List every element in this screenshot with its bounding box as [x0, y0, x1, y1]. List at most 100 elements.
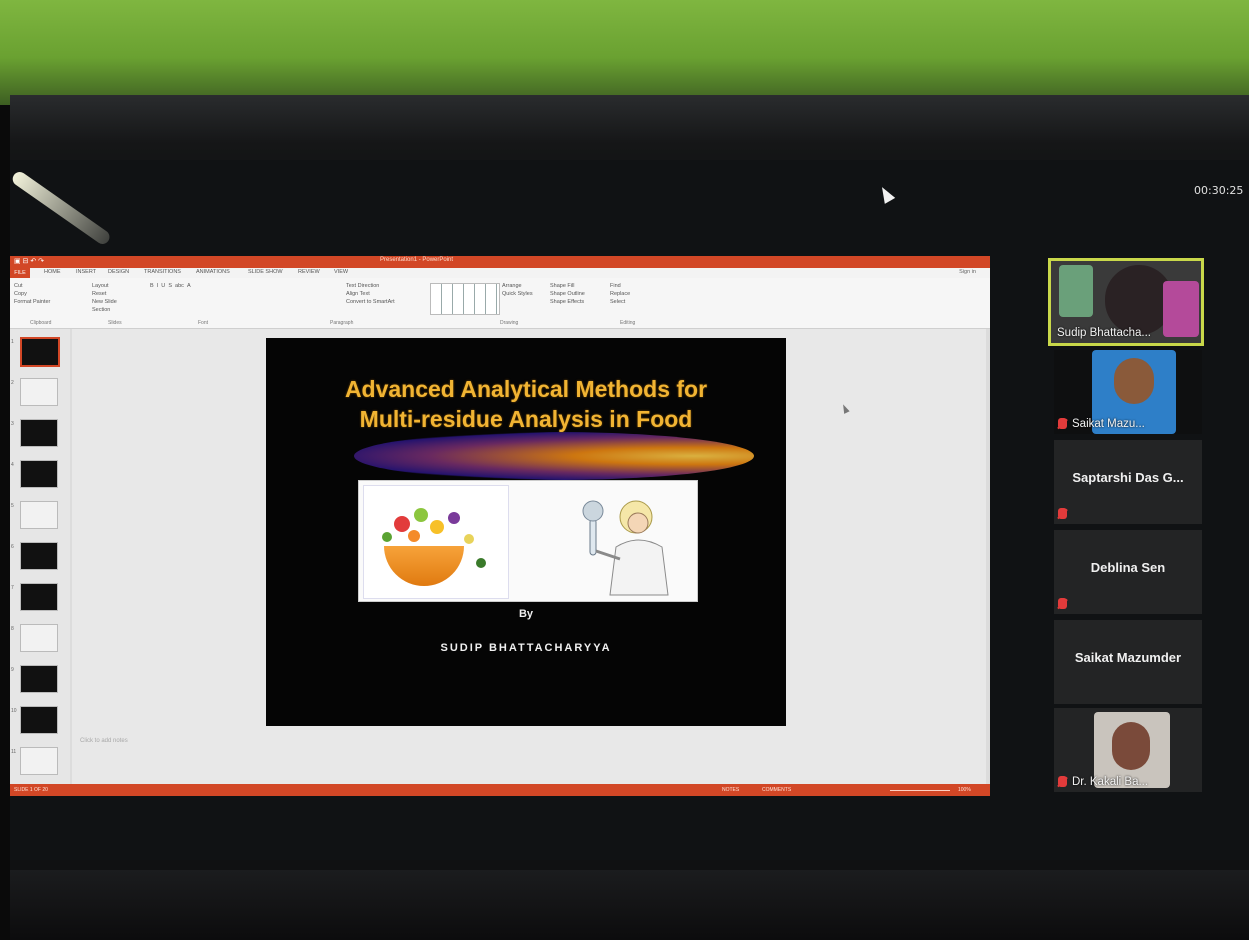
participants-panel: Sudip Bhattacha... Saikat Mazu... Saptar… [1048, 258, 1208, 798]
slide-thumbnail[interactable] [20, 378, 58, 406]
slide-thumbnail[interactable] [20, 337, 60, 367]
fruit-grape [448, 512, 460, 524]
slide-thumbnail[interactable] [20, 542, 58, 570]
shape-format-group: Shape Fill Shape Outline Shape Effects [550, 282, 585, 306]
muted-mic-icon [1058, 598, 1067, 609]
muted-mic-icon [1058, 776, 1067, 787]
thumbnail-number: 6 [11, 544, 14, 550]
shapes-gallery[interactable] [430, 283, 500, 315]
participant-name: Dr. Kakali Ba... [1072, 776, 1149, 788]
participant-tile[interactable]: Dr. Kakali Ba... [1054, 708, 1202, 792]
tab-home[interactable]: HOME [44, 269, 61, 275]
zoom-level[interactable]: 100% [958, 787, 971, 793]
align-text-button[interactable]: Align Text [346, 290, 395, 298]
fruit-broccoli [476, 558, 486, 568]
title-swoosh-decoration [354, 432, 754, 480]
thumbnail-number: 10 [11, 708, 17, 714]
font-group[interactable]: B I U S abc A [150, 282, 191, 290]
slide-thumbnail[interactable] [20, 501, 58, 529]
paragraph-group: Text Direction Align Text Convert to Sma… [346, 282, 395, 306]
sign-in-link[interactable]: Sign in [959, 269, 976, 275]
participant-tile-active[interactable]: Sudip Bhattacha... [1048, 258, 1204, 346]
photo-scene: 00:30:25 ▣ ⊟ ↶ ↷ Presentation1 - PowerPo… [0, 0, 1249, 940]
thumbnail-number: 1 [11, 339, 14, 345]
thumbnail-number: 2 [11, 380, 14, 386]
replace-button[interactable]: Replace [610, 290, 630, 298]
format-painter-button[interactable]: Format Painter [14, 298, 50, 306]
zoom-slider[interactable] [890, 790, 950, 791]
tab-view[interactable]: VIEW [334, 269, 348, 275]
ppt-title-bar: ▣ ⊟ ↶ ↷ Presentation1 - PowerPoint [10, 256, 990, 268]
smartart-button[interactable]: Convert to SmartArt [346, 298, 395, 306]
participant-tile[interactable]: Saikat Mazu... [1054, 350, 1202, 434]
slide-by-label: By [518, 608, 534, 620]
comments-toggle[interactable]: COMMENTS [762, 787, 791, 793]
reset-button[interactable]: Reset [92, 290, 117, 298]
fruit-banana [464, 534, 474, 544]
slide-illustration [358, 480, 698, 602]
quick-access-icons[interactable]: ▣ ⊟ ↶ ↷ [14, 257, 44, 265]
slide-thumbnail[interactable] [20, 419, 58, 447]
thumbnail-number: 8 [11, 626, 14, 632]
slide-title: Advanced Analytical Methods for Multi-re… [266, 374, 786, 434]
scientist-image [582, 500, 669, 596]
find-button[interactable]: Find [610, 282, 630, 290]
drawing-group: Arrange Quick Styles [502, 282, 533, 298]
green-wall [0, 0, 1249, 105]
slide-thumbnail[interactable] [20, 665, 58, 693]
tab-file[interactable]: FILE [10, 268, 30, 278]
meeting-timer: 00:30:25 [1194, 184, 1244, 197]
tab-animations[interactable]: ANIMATIONS [196, 269, 230, 275]
monitor-bottom-bezel [10, 870, 1249, 940]
slide-thumbnail[interactable] [20, 460, 58, 488]
slide-thumbnail[interactable] [20, 747, 58, 775]
cut-button[interactable]: Cut [14, 282, 50, 290]
notes-placeholder[interactable]: Click to add notes [80, 738, 128, 744]
participant-tile[interactable]: Saikat Mazumder [1054, 620, 1202, 704]
fruit-lemon [430, 520, 444, 534]
slide-thumbnail[interactable] [20, 706, 58, 734]
participant-tile[interactable]: Saptarshi Das G... [1054, 440, 1202, 524]
fruit-tomato [394, 516, 410, 532]
section-button[interactable]: Section [92, 306, 117, 314]
tab-review[interactable]: REVIEW [298, 269, 320, 275]
slide-thumbnail[interactable] [20, 624, 58, 652]
quick-styles-button[interactable]: Quick Styles [502, 290, 533, 298]
participant-tile[interactable]: Deblina Sen [1054, 530, 1202, 614]
tab-slide-show[interactable]: SLIDE SHOW [248, 269, 283, 275]
thumbnail-number: 9 [11, 667, 14, 673]
drawing-label: Drawing [500, 320, 519, 326]
new-slide-button[interactable]: New Slide [92, 298, 117, 306]
text-direction-button[interactable]: Text Direction [346, 282, 395, 290]
thumbnail-number: 5 [11, 503, 14, 509]
arrange-button[interactable]: Arrange [502, 282, 533, 290]
tab-transitions[interactable]: TRANSITIONS [144, 269, 181, 275]
paragraph-label: Paragraph [330, 320, 354, 326]
shape-effects-button[interactable]: Shape Effects [550, 298, 585, 306]
ribbon: Cut Copy Format Painter Clipboard Layout… [10, 278, 990, 329]
notes-toggle[interactable]: NOTES [722, 787, 739, 793]
shape-fill-button[interactable]: Shape Fill [550, 282, 585, 290]
layout-button[interactable]: Layout [92, 282, 117, 290]
slide-thumbnails-pane: 1 2 3 4 5 6 7 8 9 10 11 [10, 329, 70, 784]
select-button[interactable]: Select [610, 298, 630, 306]
font-label: Font [198, 320, 209, 326]
participant-name: Saptarshi Das G... [1072, 470, 1184, 485]
tab-design[interactable]: DESIGN [108, 269, 129, 275]
tab-insert[interactable]: INSERT [76, 269, 96, 275]
participant-name: Sudip Bhattacha... [1057, 327, 1151, 339]
shape-outline-button[interactable]: Shape Outline [550, 290, 585, 298]
slide-author: SUDIP BHATTACHARYYA [440, 642, 612, 654]
editing-label: Editing [620, 320, 636, 326]
bowl-shape [384, 546, 464, 586]
copy-button[interactable]: Copy [14, 290, 50, 298]
fruit-lime [414, 508, 428, 522]
presentation-slide: Advanced Analytical Methods for Multi-re… [266, 338, 786, 726]
thumbnail-number: 11 [11, 749, 17, 755]
slide-title-line-1: Advanced Analytical Methods for [344, 376, 708, 402]
ribbon-tabs: FILE HOME INSERT DESIGN TRANSITIONS ANIM… [10, 268, 990, 278]
slide-title-line-2: Multi-residue Analysis in Food [359, 406, 693, 432]
participant-name: Saikat Mazu... [1072, 418, 1145, 430]
thumbnail-number: 7 [11, 585, 14, 591]
slide-thumbnail[interactable] [20, 583, 58, 611]
